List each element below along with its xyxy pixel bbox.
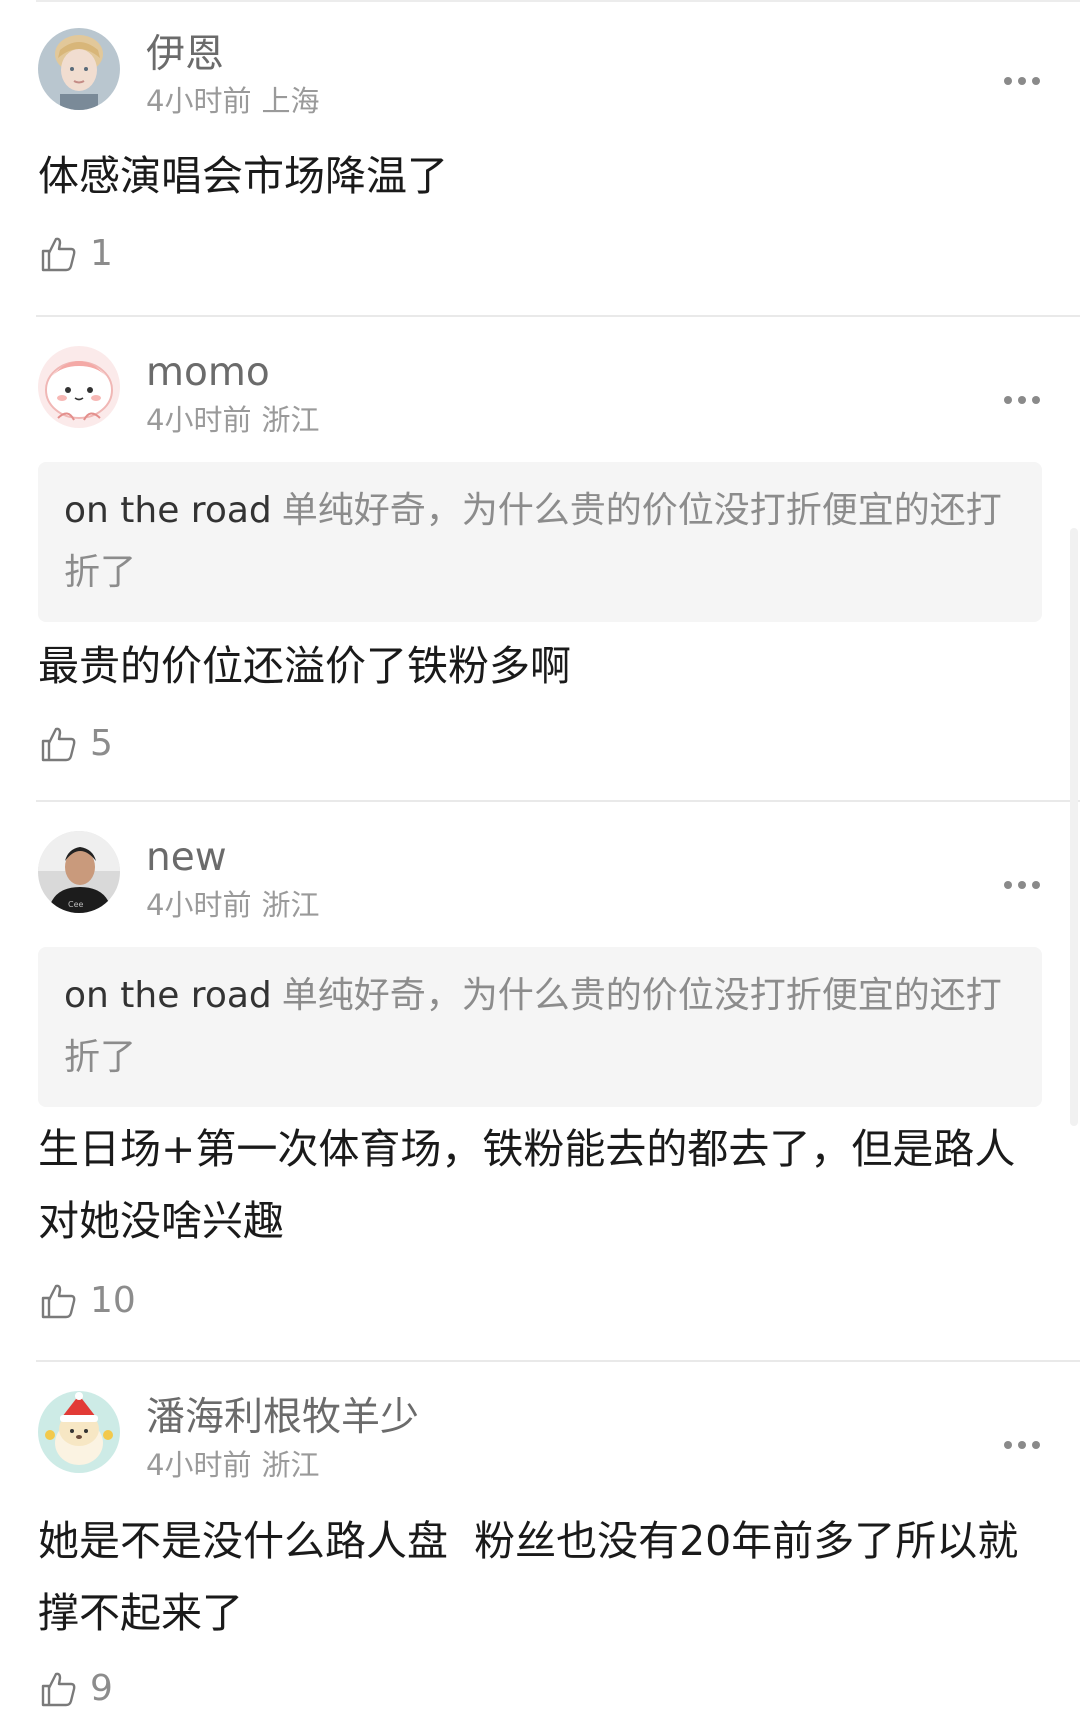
comment-item: momo 4小时前 浙江 on the road 单纯好奇，为什么贵的价位没打折便宜… (0, 316, 1080, 800)
user-avatar[interactable] (38, 346, 120, 428)
comment-text: 最贵的价位还溢价了铁粉多啊 (38, 642, 571, 690)
scrollbar[interactable] (1070, 528, 1078, 1126)
comment-time: 4小时前 (146, 888, 252, 922)
like-button[interactable]: 1 (38, 232, 113, 276)
comment-location: 浙江 (261, 888, 320, 922)
thumbs-up-outline-icon (41, 727, 76, 762)
like-button[interactable]: 5 (38, 722, 113, 766)
svg-text:Cee: Cee (68, 900, 84, 909)
comment-text: 她是不是没什么路人盘 粉丝也没有20年前多了所以就撑不起来了 (38, 1517, 1019, 1637)
more-dots-icon[interactable] (1004, 395, 1044, 405)
quoted-username[interactable]: on the road (64, 975, 272, 1016)
like-count: 5 (90, 723, 113, 764)
quoted-reply[interactable]: on the road 单纯好奇，为什么贵的价位没打折便宜的还打折了 (38, 462, 1042, 622)
more-dots-icon[interactable] (1004, 1440, 1044, 1450)
comment-item: Cee new 4小时前 浙江 on the road 单纯好奇，为什么贵的价位没打… (0, 801, 1080, 1361)
like-button[interactable]: 10 (38, 1279, 136, 1323)
more-dots-icon[interactable] (1004, 76, 1044, 86)
thumbs-up-outline-icon (41, 1284, 76, 1319)
user-avatar[interactable] (38, 28, 120, 110)
comment-location: 浙江 (261, 1448, 320, 1482)
comment-meta: 4小时前 浙江 (146, 1447, 319, 1483)
comment-time: 4小时前 (146, 1448, 252, 1482)
comment-meta: 4小时前 浙江 (146, 402, 319, 438)
comment-text: 生日场+第一次体育场，铁粉能去的都去了，但是路人对她没啥兴趣 (38, 1125, 1016, 1245)
like-count: 1 (90, 233, 113, 274)
username[interactable]: momo (146, 350, 270, 396)
quoted-username[interactable]: on the road (64, 490, 272, 531)
user-avatar[interactable]: Cee (38, 831, 120, 913)
username[interactable]: new (146, 835, 227, 881)
comment-item: 潘海利根牧羊少 4小时前 浙江 她是不是没什么路人盘 粉丝也没有20年前多了所以就… (0, 1361, 1080, 1720)
comment-location: 上海 (261, 84, 320, 118)
comment-meta: 4小时前 浙江 (146, 887, 319, 923)
quoted-reply[interactable]: on the road 单纯好奇，为什么贵的价位没打折便宜的还打折了 (38, 947, 1042, 1107)
comment-meta: 4小时前 上海 (146, 83, 319, 119)
username[interactable]: 潘海利根牧羊少 (146, 1395, 419, 1441)
user-avatar[interactable] (38, 1391, 120, 1473)
comment-time: 4小时前 (146, 403, 252, 437)
thumbs-up-outline-icon (41, 237, 76, 272)
comment-time: 4小时前 (146, 84, 252, 118)
comment-location: 浙江 (261, 403, 320, 437)
thumbs-up-outline-icon (41, 1672, 76, 1707)
like-count: 9 (90, 1668, 113, 1709)
username[interactable]: 伊恩 (146, 32, 224, 78)
more-dots-icon[interactable] (1004, 880, 1044, 890)
comment-text: 体感演唱会市场降温了 (38, 152, 448, 200)
like-count: 10 (90, 1280, 136, 1321)
comment-item: 伊恩 4小时前 上海 体感演唱会市场降温了 1 (0, 0, 1080, 290)
like-button[interactable]: 9 (38, 1667, 113, 1711)
